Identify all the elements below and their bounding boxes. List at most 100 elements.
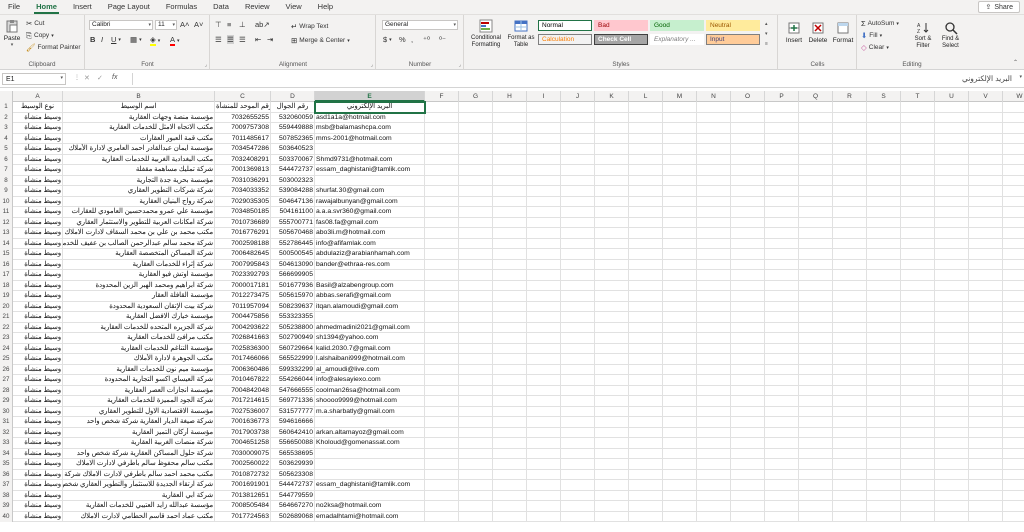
cell-f35[interactable] bbox=[425, 459, 459, 470]
cell-e36[interactable] bbox=[315, 469, 425, 480]
cell-q24[interactable] bbox=[799, 343, 833, 354]
cell-t18[interactable] bbox=[901, 280, 935, 291]
cell-o16[interactable] bbox=[731, 259, 765, 270]
cell-d2[interactable]: 532060059 bbox=[271, 112, 315, 123]
cell-a15[interactable]: وسيط منشأة bbox=[13, 249, 63, 260]
cell-u31[interactable] bbox=[935, 417, 969, 428]
cell-s2[interactable] bbox=[867, 112, 901, 123]
cell-j35[interactable] bbox=[561, 459, 595, 470]
cell-f33[interactable] bbox=[425, 438, 459, 449]
cell-o25[interactable] bbox=[731, 354, 765, 365]
cell-s32[interactable] bbox=[867, 427, 901, 438]
cell-w1[interactable] bbox=[1003, 102, 1024, 113]
cell-b13[interactable]: مكتب محمد بن علي بن محمد السقاف لادارت ا… bbox=[63, 228, 215, 239]
cell-b35[interactable]: مكتب سالم محفوظ سالم باطرفي لادارت الامل… bbox=[63, 459, 215, 470]
cell-i6[interactable] bbox=[527, 154, 561, 165]
cell-i40[interactable] bbox=[527, 511, 561, 522]
cell-e15[interactable]: abdulaziz@arabianhamah.com bbox=[315, 249, 425, 260]
cell-g4[interactable] bbox=[459, 133, 493, 144]
cell-v40[interactable] bbox=[969, 511, 1003, 522]
cell-h9[interactable] bbox=[493, 186, 527, 197]
cell-w22[interactable] bbox=[1003, 323, 1024, 334]
cell-t30[interactable] bbox=[901, 406, 935, 417]
cell-w23[interactable] bbox=[1003, 333, 1024, 344]
cell-b1[interactable]: اسم الوسيط bbox=[63, 102, 215, 113]
cell-q11[interactable] bbox=[799, 207, 833, 218]
cell-i26[interactable] bbox=[527, 364, 561, 375]
row-number[interactable]: 40 bbox=[0, 511, 13, 522]
cell-p38[interactable] bbox=[765, 490, 799, 501]
cell-t23[interactable] bbox=[901, 333, 935, 344]
tab-help[interactable]: Help bbox=[310, 2, 341, 14]
cell-e3[interactable]: msb@balamashcpa.com bbox=[315, 123, 425, 134]
cell-n36[interactable] bbox=[697, 469, 731, 480]
cell-i13[interactable] bbox=[527, 228, 561, 239]
cell-l35[interactable] bbox=[629, 459, 663, 470]
cell-i24[interactable] bbox=[527, 343, 561, 354]
cell-t11[interactable] bbox=[901, 207, 935, 218]
cell-a1[interactable]: نوع الوسيط bbox=[13, 102, 63, 113]
row-number[interactable]: 6 bbox=[0, 154, 13, 165]
cell-h40[interactable] bbox=[493, 511, 527, 522]
cell-n7[interactable] bbox=[697, 165, 731, 176]
cell-v31[interactable] bbox=[969, 417, 1003, 428]
cell-b3[interactable]: مكتب الاتجاه الامثل للخدمات العقارية bbox=[63, 123, 215, 134]
cell-b25[interactable]: مكتب الجوهرة لادارة الأملاك bbox=[63, 354, 215, 365]
cell-m39[interactable] bbox=[663, 501, 697, 512]
cell-j8[interactable] bbox=[561, 175, 595, 186]
cell-s30[interactable] bbox=[867, 406, 901, 417]
cell-p26[interactable] bbox=[765, 364, 799, 375]
row-number[interactable]: 7 bbox=[0, 165, 13, 176]
cell-h21[interactable] bbox=[493, 312, 527, 323]
cell-h5[interactable] bbox=[493, 144, 527, 155]
cell-t2[interactable] bbox=[901, 112, 935, 123]
row-number[interactable]: 20 bbox=[0, 301, 13, 312]
cell-p21[interactable] bbox=[765, 312, 799, 323]
formula-input[interactable]: البريد الإلكتروني bbox=[132, 73, 1018, 85]
cell-v18[interactable] bbox=[969, 280, 1003, 291]
cell-l17[interactable] bbox=[629, 270, 663, 281]
cell-p10[interactable] bbox=[765, 196, 799, 207]
cell-a3[interactable]: وسيط منشأة bbox=[13, 123, 63, 134]
cell-i1[interactable] bbox=[527, 102, 561, 113]
gallery-more-icon[interactable]: ≡ bbox=[765, 41, 768, 47]
cell-f37[interactable] bbox=[425, 480, 459, 491]
cell-u8[interactable] bbox=[935, 175, 969, 186]
cell-d11[interactable]: 504161100 bbox=[271, 207, 315, 218]
cell-e9[interactable]: shurfat.30@gmail.com bbox=[315, 186, 425, 197]
cell-c1[interactable]: الرقم الموحد للمنشأة bbox=[215, 102, 271, 113]
cell-h17[interactable] bbox=[493, 270, 527, 281]
row-number[interactable]: 39 bbox=[0, 501, 13, 512]
cell-c6[interactable]: 7032408291 bbox=[215, 154, 271, 165]
cell-b39[interactable]: مؤسسة عبدالله زايد العتيبي للخدمات العقا… bbox=[63, 501, 215, 512]
cell-j40[interactable] bbox=[561, 511, 595, 522]
cell-d21[interactable]: 553323355 bbox=[271, 312, 315, 323]
cell-h36[interactable] bbox=[493, 469, 527, 480]
cell-d29[interactable]: 569771336 bbox=[271, 396, 315, 407]
cell-l36[interactable] bbox=[629, 469, 663, 480]
row-number[interactable]: 4 bbox=[0, 133, 13, 144]
cell-l38[interactable] bbox=[629, 490, 663, 501]
cell-f13[interactable] bbox=[425, 228, 459, 239]
cell-g33[interactable] bbox=[459, 438, 493, 449]
align-top-button[interactable]: ⊤ bbox=[215, 20, 222, 29]
cell-b32[interactable]: مؤسسة أركان التميز العقارية bbox=[63, 427, 215, 438]
cell-h23[interactable] bbox=[493, 333, 527, 344]
cell-i25[interactable] bbox=[527, 354, 561, 365]
row-number[interactable]: 9 bbox=[0, 186, 13, 197]
cell-t3[interactable] bbox=[901, 123, 935, 134]
cell-n19[interactable] bbox=[697, 291, 731, 302]
cell-s12[interactable] bbox=[867, 217, 901, 228]
column-header-c[interactable]: C bbox=[215, 91, 271, 102]
cell-l19[interactable] bbox=[629, 291, 663, 302]
cell-m23[interactable] bbox=[663, 333, 697, 344]
share-button[interactable]: ⇪ Share bbox=[978, 1, 1020, 13]
cell-n38[interactable] bbox=[697, 490, 731, 501]
cell-v1[interactable] bbox=[969, 102, 1003, 113]
cell-n14[interactable] bbox=[697, 238, 731, 249]
cell-k15[interactable] bbox=[595, 249, 629, 260]
cell-w34[interactable] bbox=[1003, 449, 1024, 460]
cell-u10[interactable] bbox=[935, 196, 969, 207]
cell-f5[interactable] bbox=[425, 144, 459, 155]
align-center-button[interactable]: ☰ bbox=[227, 35, 234, 44]
